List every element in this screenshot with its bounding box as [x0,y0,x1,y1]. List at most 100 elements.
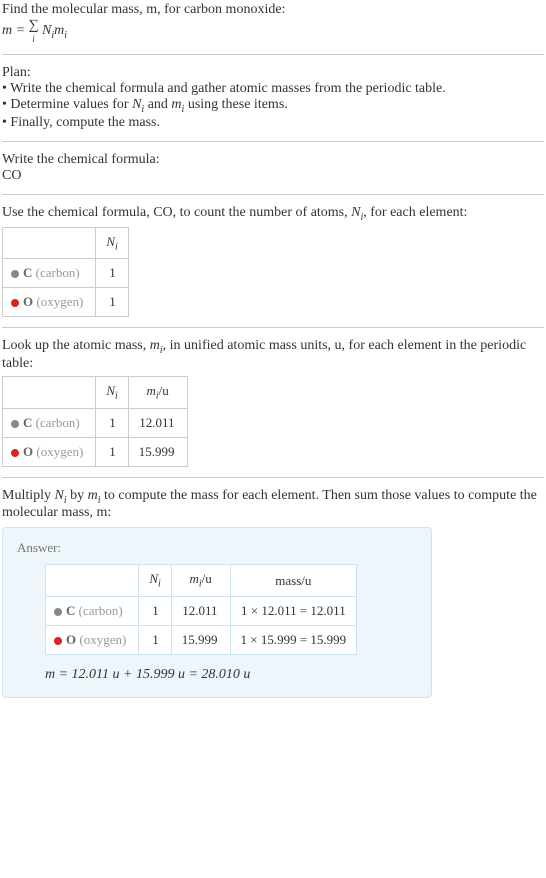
intro-line1: Find the molecular mass, m, for carbon m… [2,2,285,17]
empty-header [3,227,96,259]
divider [2,141,544,142]
step1-section: Write the chemical formula: CO [2,152,544,184]
table-row: O (oxygen) 1 15.999 [3,437,188,466]
answer-label: Answer: [17,540,417,556]
oxygen-dot-icon [54,637,62,645]
step2-text-b: , for each element: [363,205,467,220]
element-cell: O (oxygen) [46,625,139,654]
element-cell: O (oxygen) [3,288,96,317]
table-row: C (carbon) 1 12.011 [3,408,188,437]
ni-header-text: N [106,234,115,249]
step1-title: Write the chemical formula: [2,152,544,168]
plan-b2-and: and [144,97,171,112]
sigma-icon: ∑i [29,18,39,44]
plan-bullet-1: • Write the chemical formula and gather … [2,81,544,97]
carbon-dot-icon [11,420,19,428]
element-name: (oxygen) [79,632,126,647]
plan-title: Plan: [2,65,544,81]
ni-header: Ni [139,565,171,597]
table-row: O (oxygen) 1 [3,288,129,317]
ni-cell: 1 [139,596,171,625]
element-name: (carbon) [36,265,80,280]
divider [2,54,544,55]
step4-text: Multiply Ni by mi to compute the mass fo… [2,488,544,522]
plan-bullet-3: • Finally, compute the mass. [2,115,544,131]
element-cell: C (carbon) [46,596,139,625]
element-cell: O (oxygen) [3,437,96,466]
mi-header: mi/u [171,565,230,597]
step4-ni: N [55,488,64,503]
ni-cell: 1 [96,408,128,437]
oxygen-dot-icon [11,449,19,457]
step4-section: Multiply Ni by mi to compute the mass fo… [2,488,544,698]
table-header-row: Ni [3,227,129,259]
element-symbol: O [66,632,76,647]
step3-text-a: Look up the atomic mass, [2,338,150,353]
mass-header-text: mass/u [275,573,311,588]
table-header-row: Ni mi/u mass/u [46,565,357,597]
eq-lhs: m = [2,23,29,38]
plan-b2-end: using these items. [184,97,287,112]
element-name: (oxygen) [36,444,83,459]
step2-section: Use the chemical formula, CO, to count t… [2,205,544,317]
table-row: O (oxygen) 1 15.999 1 × 15.999 = 15.999 [46,625,357,654]
plan-bullet-2: • Determine values for Ni and mi using t… [2,97,544,115]
plan-b2-a: • Determine values for [2,97,132,112]
ni-header: Ni [96,376,128,408]
divider [2,194,544,195]
sigma-sub: i [29,34,39,44]
element-name: (oxygen) [36,294,83,309]
step3-mi: m [150,338,160,353]
eq-m: m [54,23,64,38]
oxygen-dot-icon [11,299,19,307]
table-header-row: Ni mi/u [3,376,188,408]
empty-header [46,565,139,597]
eq-m-sub: i [64,30,67,41]
mass-cell: 1 × 12.011 = 12.011 [230,596,357,625]
eq-n: N [42,23,51,38]
mi-header: mi/u [128,376,187,408]
table-row: C (carbon) 1 [3,259,129,288]
ni-header-text: N [149,571,158,586]
mi-cell: 15.999 [171,625,230,654]
step3-text: Look up the atomic mass, mi, in unified … [2,338,544,372]
element-symbol: C [66,603,75,618]
mi-cell: 12.011 [128,408,187,437]
mi-cell: 12.011 [171,596,230,625]
step4-text-a: Multiply [2,488,55,503]
ni-cell: 1 [96,437,128,466]
step2-table: Ni C (carbon) 1 O (oxygen) 1 [2,227,129,318]
carbon-dot-icon [11,270,19,278]
ni-header-text: N [106,383,115,398]
element-symbol: O [23,444,33,459]
step2-text-a: Use the chemical formula, CO, to count t… [2,205,351,220]
ni-header-sub: i [115,241,118,252]
step4-mi: m [88,488,98,503]
ni-header-sub: i [158,579,161,590]
element-cell: C (carbon) [3,408,96,437]
divider [2,477,544,478]
element-name: (carbon) [79,603,123,618]
intro-section: Find the molecular mass, m, for carbon m… [2,2,544,44]
final-result: m = 12.011 u + 15.999 u = 28.010 u [45,667,417,683]
intro-text: Find the molecular mass, m, for carbon m… [2,2,544,18]
answer-table: Ni mi/u mass/u C (carbon) 1 12.011 1 × 1… [45,564,357,655]
mi-cell: 15.999 [128,437,187,466]
mass-header: mass/u [230,565,357,597]
step2-text: Use the chemical formula, CO, to count t… [2,205,544,223]
element-name: (carbon) [36,415,80,430]
step4-by: by [67,488,88,503]
intro-equation: m = ∑i Nimi [2,18,544,44]
element-symbol: O [23,294,33,309]
step3-section: Look up the atomic mass, mi, in unified … [2,338,544,466]
step1-formula: CO [2,168,544,184]
mi-header-text: m [146,383,155,398]
ni-header: Ni [96,227,128,259]
table-row: C (carbon) 1 12.011 1 × 12.011 = 12.011 [46,596,357,625]
step3-table: Ni mi/u C (carbon) 1 12.011 O (oxygen) 1… [2,376,188,467]
carbon-dot-icon [54,608,62,616]
element-symbol: C [23,265,32,280]
plan-b2-mi: m [171,97,181,112]
element-cell: C (carbon) [3,259,96,288]
divider [2,327,544,328]
